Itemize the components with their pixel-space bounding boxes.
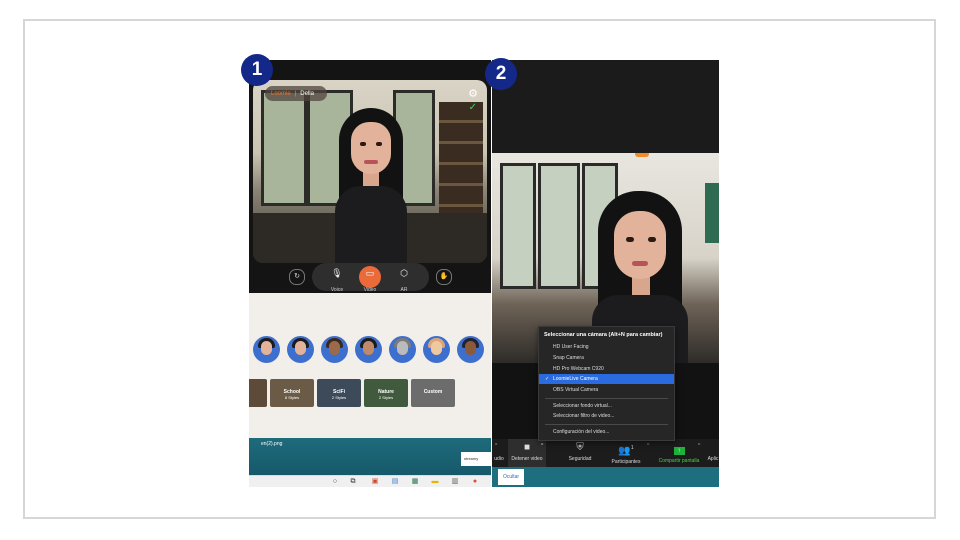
brand-name: Loomie [271,90,291,97]
desktop-file-label: en(2).png [261,441,283,447]
gear-icon[interactable]: ⚙ [467,88,479,100]
participants-caret-icon[interactable]: ^ [647,443,649,449]
avatar-video-preview: Loomie | Della ⚙ ✓ [253,80,487,263]
check-icon: ✓ [545,376,550,382]
desktop-area: en(2).png streamy [249,438,491,475]
wall-art [705,183,719,243]
camera-option[interactable]: OBS Virtual Camera [539,385,674,395]
camera-select-menu: Seleccionar una cámara (Alt+N para cambi… [538,326,675,441]
share-screen-icon: ↑ [673,447,685,455]
meeting-toolbar: ^ udio ■ Detener video ^ ⛨ Seguridad 👥1 … [492,439,719,467]
stop-video-label: Detener video [511,456,543,462]
apps-button[interactable]: Aplic [706,439,719,467]
loomie-app-panel: Loomie | Della ⚙ ✓ ↻ 🎙 Voice ▭ Video ⬡ AR ✋ [249,60,491,487]
avatar-option[interactable] [355,336,382,363]
share-caret-icon[interactable]: ^ [698,443,700,449]
rotate-icon[interactable]: ↻ [289,269,305,285]
task-view-icon[interactable]: ⧉ [349,478,357,486]
step-badge-2: 2 [485,58,517,90]
audio-button[interactable]: udio [492,439,506,467]
powerpoint-icon[interactable]: ▣ [371,478,379,486]
camera-area: Loomie | Della ⚙ ✓ ↻ 🎙 Voice ▭ Video ⬡ AR ✋ [249,60,491,293]
camera-option-label: LoomieLive Camera [553,376,598,382]
avatar-option[interactable] [389,336,416,363]
chrome-icon[interactable]: ● [471,478,479,486]
security-button[interactable]: ⛨ Seguridad [560,439,600,467]
security-label: Seguridad [568,456,592,462]
menu-divider [545,398,668,399]
avatar-option[interactable] [423,336,450,363]
background-option[interactable] [249,379,267,407]
hand-icon[interactable]: ✋ [436,269,452,285]
customization-area: School 8 Styles SciFi 2 Styles Nature 2 … [249,293,491,438]
excel-icon[interactable]: ▦ [411,478,419,486]
ar-button[interactable]: ⬡ AR [393,266,415,293]
participants-icon: 👥1 [618,445,634,457]
bookshelf [439,102,483,222]
shield-icon: ⛨ [576,442,584,453]
background-selector: School 8 Styles SciFi 2 Styles Nature 2 … [249,379,491,409]
desktop-area: Ocultar [492,467,719,487]
background-window [500,163,536,289]
share-screen-label: Compartir pantalla [658,458,700,464]
video-button[interactable]: ▭ Video [359,266,381,293]
user-name: Della [300,90,314,97]
participants-button[interactable]: 👥1 Participantes [606,439,646,467]
background-option[interactable]: Nature 2 Styles [364,379,408,407]
background-window [538,163,580,289]
hide-button[interactable]: Ocultar [498,469,524,485]
avatar-option[interactable] [287,336,314,363]
avatar-figure [331,108,411,263]
audio-label: udio [494,456,504,462]
video-filter-option[interactable]: Seleccionar filtro de video... [539,411,674,421]
camera-option[interactable]: HD User Facing [539,342,674,352]
background-title: Custom [423,389,443,395]
menu-header: Seleccionar una cámara (Alt+N para cambi… [544,332,663,338]
background-window [261,90,307,206]
participants-count: 1 [630,445,634,451]
participants-label: Participantes [611,459,641,466]
brand-user-pill: Loomie | Della [265,86,327,101]
apps-label: Aplic [707,456,719,462]
check-icon: ✓ [468,102,477,113]
avatar-option[interactable] [321,336,348,363]
video-caret-icon[interactable]: ^ [541,443,543,449]
search-icon[interactable]: ○ [331,478,339,486]
video-settings-option[interactable]: Configuración del video... [539,427,674,437]
background-option[interactable]: School 8 Styles [270,379,314,407]
app-icon[interactable]: ▤ [391,478,399,486]
avatar-controls: ↻ 🎙 Voice ▭ Video ⬡ AR ✋ [249,263,491,293]
camera-option-selected[interactable]: ✓ LoomieLive Camera [539,374,674,384]
background-option[interactable]: SciFi 2 Styles [317,379,361,407]
avatar-selector [253,336,491,366]
avatar-option[interactable] [457,336,484,363]
menu-divider [545,424,668,425]
custom-background-option[interactable]: Custom [411,379,455,407]
mode-switcher: 🎙 Voice ▭ Video ⬡ AR [312,263,429,293]
step-badge-1: 1 [241,54,273,86]
camera-option[interactable]: HD Pro Webcam C920 [539,364,674,374]
folder-icon[interactable]: ▬ [431,478,439,486]
avatar-option[interactable] [253,336,280,363]
virtual-background-option[interactable]: Seleccionar fondo virtual... [539,401,674,411]
windows-taskbar: ○ ⧉ ▣ ▤ ▦ ▬ ▥ ● [249,475,491,487]
voice-button[interactable]: 🎙 Voice [326,266,348,293]
background-subtitle: 2 Styles [331,395,347,400]
background-subtitle: 8 Styles [284,395,300,400]
background-subtitle: 2 Styles [378,395,394,400]
streamy-notice: streamy [461,452,491,466]
calculator-icon[interactable]: ▥ [451,478,459,486]
camera-option[interactable]: Snap Camera [539,353,674,363]
share-screen-button[interactable]: ↑ Compartir pantalla [654,439,704,467]
meeting-top-area [492,60,719,153]
